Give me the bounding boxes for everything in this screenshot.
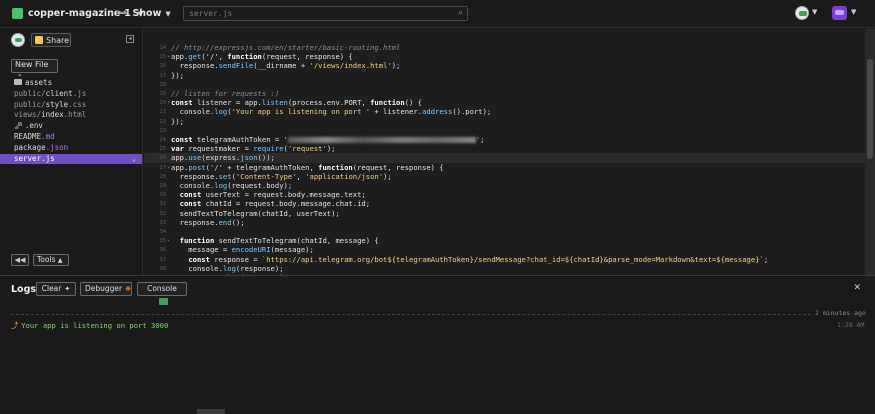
file-item-client-js[interactable]: public/client.js (0, 89, 142, 100)
share-label: Share (46, 35, 70, 45)
key-icon: 🗝 (14, 122, 23, 131)
chevron-down-icon[interactable]: ▼ (851, 8, 856, 16)
log-entry-text: Your app is listening on port 3000 (21, 321, 169, 330)
close-icon[interactable]: ✕ (853, 283, 861, 293)
chevron-down-icon[interactable]: ▼ (812, 8, 817, 16)
search-icon[interactable]: ⌕ (458, 8, 463, 18)
time-ago: 2 minutes ago (815, 309, 866, 317)
project-avatar[interactable] (11, 33, 25, 47)
file-item-style-css[interactable]: public/style.css (0, 100, 142, 111)
bottom-strip (197, 409, 225, 414)
rocket-icon: ⤴ (11, 321, 19, 330)
rewind-button[interactable]: ◀◀ (11, 254, 29, 266)
share-button[interactable]: Share (31, 33, 71, 47)
file-item-package-json[interactable]: package.json (0, 143, 142, 154)
file-list: assets public/client.js public/style.css… (0, 78, 142, 165)
sunglasses-icon: 👓 (116, 8, 129, 19)
scrollbar-thumb[interactable] (867, 59, 873, 159)
log-entry: ⤴ Your app is listening on port 3000 (11, 321, 168, 331)
logs-panel: Logs Clear ✦ Debugger ❋ Console ✕ 2 minute… (0, 275, 875, 414)
file-item-env[interactable]: 🗝 .env (0, 121, 142, 132)
chevron-down-icon[interactable]: ⌄ (132, 154, 136, 165)
lock-icon (35, 36, 43, 44)
editor-scrollbar[interactable] (865, 29, 875, 275)
chevron-down-icon: ▼ (165, 9, 171, 18)
collapse-sidebar-icon[interactable]: ◂ (126, 35, 134, 43)
file-item-readme[interactable]: README.md (0, 132, 142, 143)
tools-button[interactable]: Tools ▲ (33, 254, 69, 266)
show-label: Show (132, 8, 162, 19)
log-entry-time: 1:28 AM (837, 321, 865, 329)
search-input[interactable] (189, 8, 449, 19)
chevron-down-icon: ⌄ (17, 70, 23, 78)
console-button[interactable]: Console (137, 282, 187, 305)
console-icon (159, 297, 168, 305)
new-file-label: New File (15, 60, 49, 69)
file-item-index-html[interactable]: views/index.html (0, 110, 142, 121)
file-search: ⌕ (183, 6, 468, 21)
file-sidebar: Share ◂ New File ⌄ assets public/client.… (0, 29, 143, 275)
bug-icon: ❋ (125, 285, 131, 293)
chevron-up-icon: ▲ (57, 257, 63, 264)
debugger-button[interactable]: Debugger ❋ (80, 282, 132, 296)
team-avatar[interactable] (832, 6, 847, 20)
top-bar: copper-magazine-1 ▼ 👓 Show ▼ ⌕ ▼ ▼ (0, 0, 875, 28)
file-item-server-js[interactable]: server.js ⌄ (0, 153, 142, 165)
show-button[interactable]: 👓 Show ▼ (116, 8, 171, 19)
logs-title: Logs (11, 284, 37, 295)
code-editor[interactable]: 14// http://expressjs.com/en/starter/bas… (144, 29, 865, 275)
glitch-logo-icon (12, 8, 23, 19)
sparkle-icon: ✦ (64, 285, 71, 293)
divider (11, 314, 811, 315)
folder-icon (14, 79, 22, 85)
clear-logs-button[interactable]: Clear ✦ (36, 282, 76, 296)
file-item-assets[interactable]: assets (0, 78, 142, 89)
user-avatar[interactable] (795, 6, 809, 20)
new-file-button[interactable]: New File ⌄ (11, 59, 58, 78)
